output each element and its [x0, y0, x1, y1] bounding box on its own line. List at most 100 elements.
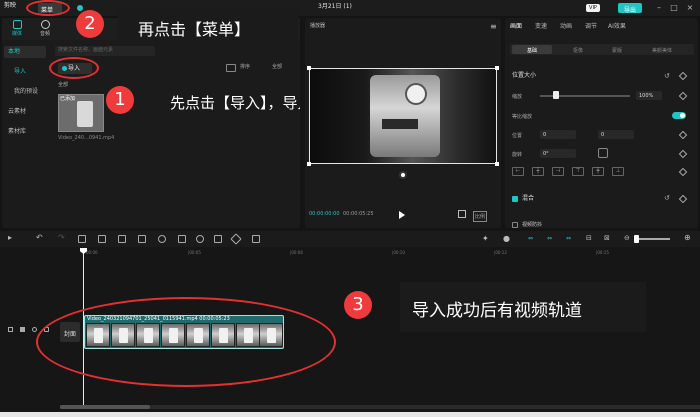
tab-video[interactable]: 画面 — [510, 24, 522, 30]
sidebar-item-library[interactable]: 素材库 — [4, 126, 46, 138]
fit-icon[interactable]: ⊠ — [604, 234, 610, 242]
player-menu-icon[interactable]: ≡ — [490, 22, 497, 31]
scale-slider-knob[interactable] — [553, 91, 559, 99]
crop-tool-icon[interactable] — [252, 235, 260, 243]
media-icon — [12, 20, 22, 29]
view-toggle-icon[interactable] — [226, 64, 236, 72]
resize-handle[interactable] — [495, 66, 499, 70]
mask-icon[interactable] — [158, 235, 166, 243]
play-icon[interactable] — [399, 211, 405, 219]
position-x-input[interactable]: 0 — [540, 130, 576, 139]
position-y-input[interactable]: 0 — [598, 130, 634, 139]
sidebar-item-local[interactable]: 本地 — [4, 46, 46, 58]
tab-adjust[interactable]: 调节 — [585, 24, 597, 30]
select-icon[interactable]: ▸ — [8, 233, 12, 242]
maximize-icon[interactable]: □ — [670, 3, 678, 12]
timeline-scrollbar-thumb[interactable] — [60, 405, 150, 409]
track-hide-icon[interactable] — [20, 327, 25, 332]
track-eye-icon[interactable] — [32, 327, 37, 332]
redo-icon[interactable]: ↷ — [58, 233, 65, 242]
zoom-out-icon[interactable]: ⊖ — [624, 234, 630, 242]
section-position-size[interactable]: 位置大小 — [512, 73, 536, 79]
reset-icon[interactable]: ↺ — [664, 72, 670, 80]
video-preview[interactable] — [309, 68, 497, 164]
sidebar-item-import[interactable]: 导入 — [4, 66, 46, 78]
app-logo: 剪映 — [4, 3, 26, 13]
scale-input[interactable]: 100% — [636, 91, 662, 100]
timeline-scrollbar[interactable] — [60, 405, 700, 409]
tab-media[interactable]: 媒体 — [8, 20, 26, 38]
link-icon[interactable]: ⇔ — [528, 235, 533, 243]
resize-handle[interactable] — [307, 162, 311, 166]
all-group-label: 全部 — [58, 82, 69, 88]
rotate-label: 旋转 — [512, 152, 523, 158]
minimize-icon[interactable]: – — [655, 3, 663, 12]
subtab-mask[interactable]: 蒙版 — [612, 47, 622, 54]
ruler-tick: |00:15 — [596, 250, 609, 255]
mirror-icon[interactable] — [178, 235, 186, 243]
reverse-icon[interactable] — [214, 235, 222, 243]
sidebar-item-label: 本地 — [8, 48, 21, 55]
sidebar-item-label: 我的预设 — [14, 88, 39, 95]
clip-preview-image — [77, 101, 93, 127]
align-top-icon[interactable]: ⊤ — [572, 167, 584, 176]
export-button[interactable]: 导出 — [618, 3, 642, 14]
reset-icon[interactable]: ↺ — [664, 194, 670, 202]
split-icon[interactable] — [78, 235, 86, 243]
preview-group-head — [382, 119, 418, 129]
freeze-icon[interactable] — [196, 235, 204, 243]
media-clip-name: Video_240...0941.mp4 — [58, 135, 115, 141]
close-icon[interactable]: × — [686, 3, 694, 12]
ratio-button[interactable]: 比例 — [473, 211, 488, 222]
subtab-basic[interactable]: 基础 — [512, 45, 552, 54]
flip-icon[interactable] — [598, 148, 608, 158]
zoom-in-icon[interactable]: ⊕ — [684, 233, 691, 242]
search-input[interactable]: 搜索文件名称、画面元素 — [55, 46, 155, 56]
sidebar-item-preset[interactable]: 我的预设 — [4, 86, 46, 98]
vip-badge[interactable]: VIP — [586, 4, 600, 12]
align-middle-icon[interactable]: ╪ — [592, 167, 604, 176]
rotate-handle[interactable] — [399, 171, 407, 179]
zoom-slider-knob[interactable] — [634, 235, 639, 243]
highlight-ellipse-import — [49, 57, 99, 79]
position-label: 位置 — [512, 133, 523, 139]
ai-icon[interactable]: ✦ — [482, 234, 489, 243]
tab-animation[interactable]: 动画 — [560, 24, 572, 30]
align-left-icon[interactable]: ⊢ — [512, 167, 524, 176]
project-title[interactable]: 3月21日 (1) — [318, 4, 352, 10]
align-bottom-icon[interactable]: ⊥ — [612, 167, 624, 176]
magnet-icon[interactable]: ⇔ — [547, 235, 552, 243]
subtab-beauty[interactable]: 美颜美体 — [652, 47, 672, 54]
crop-icon[interactable] — [458, 210, 466, 218]
ruler-tick: |00:06 — [290, 250, 303, 255]
zoom-slider[interactable] — [634, 238, 670, 240]
ruler-tick: 00:00 — [86, 250, 98, 255]
align-right-icon[interactable]: ⊣ — [552, 167, 564, 176]
mic-icon[interactable]: ● — [503, 234, 510, 243]
blend-checkbox[interactable] — [512, 196, 518, 202]
total-time: 00:00:05:25 — [343, 211, 374, 217]
preview-gauge — [405, 83, 427, 105]
track-lock-icon[interactable] — [8, 327, 13, 332]
split-right-icon[interactable] — [118, 235, 126, 243]
resize-handle[interactable] — [495, 162, 499, 166]
preview-axis-icon[interactable]: ⊟ — [586, 234, 592, 242]
align-center-icon[interactable]: ┼ — [532, 167, 544, 176]
rotate-input[interactable]: 0° — [540, 149, 576, 158]
sort-button[interactable]: 排序 — [240, 65, 250, 70]
ruler-tick: |00:05 — [188, 250, 201, 255]
stabilize-checkbox[interactable] — [512, 222, 518, 228]
resize-handle[interactable] — [307, 66, 311, 70]
filter-all-button[interactable]: 全部 — [272, 65, 282, 70]
audio-icon — [40, 20, 50, 29]
sidebar-item-cloud[interactable]: 云素材 — [4, 106, 46, 118]
delete-icon[interactable] — [138, 235, 146, 243]
split-left-icon[interactable] — [98, 235, 106, 243]
tab-audio[interactable]: 音频 — [36, 20, 54, 38]
subtab-cutout[interactable]: 抠像 — [573, 47, 583, 54]
undo-icon[interactable]: ↶ — [36, 233, 43, 242]
blend-label: 混合 — [522, 195, 535, 202]
snap-icon[interactable]: ⇔ — [566, 235, 571, 243]
tab-speed[interactable]: 变速 — [535, 24, 547, 30]
tab-ai-effects[interactable]: AI效果 — [608, 24, 626, 30]
